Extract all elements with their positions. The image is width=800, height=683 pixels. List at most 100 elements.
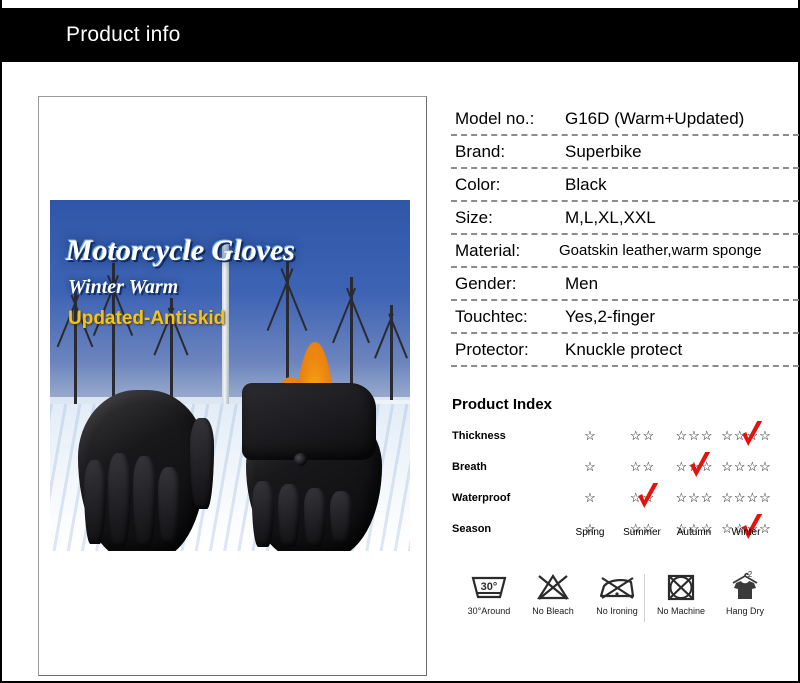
star-icon: ☆ [746,490,759,505]
star-icon: ☆ [675,459,688,474]
star-icon: ☆ [629,490,642,505]
index-row: Thickness ☆ ☆ ☆ ☆ ☆ ☆ ☆ ☆ ☆ ☆ [452,420,772,451]
star-icon: ☆ [700,490,713,505]
star-rating-cell[interactable]: ☆ ☆ ☆ [668,429,720,442]
care-item-machine: No Machine [649,572,713,616]
season-label: Winter [731,527,761,538]
star-rating-cell[interactable]: ☆ ☆ [616,483,668,508]
care-label: 30°Around [467,606,511,616]
star-icon: ☆ [721,428,733,443]
spec-row: Touchtec: Yes,2-finger [451,301,799,334]
care-item-wash: 30° 30°Around [457,572,521,616]
spec-key: Touchtec: [455,306,528,326]
svg-text:2: 2 [748,570,753,579]
season-label: Autumn [676,527,712,538]
spec-row: Color: Black [451,169,799,202]
season-label-row: Spring Summer Autumn Winter [452,527,772,538]
glove-finger [108,452,131,548]
index-row: Waterproof ☆ ☆ ☆ ☆ ☆ ☆ ☆ ☆ ☆ ☆ [452,482,772,513]
index-row-label: Waterproof [452,491,511,504]
spec-key: Model no.: [455,108,535,128]
care-label: No Machine [656,606,706,616]
care-label: No Bleach [532,606,574,616]
spec-key: Color: [455,174,501,194]
star-icon: ☆ [688,490,700,505]
star-rating-cell[interactable]: ☆ [564,460,616,473]
glove-finger [84,459,106,544]
care-item-ironing: No Ironing [585,572,649,616]
star-icon: ☆ [584,459,596,474]
star-icon: ☆ [733,459,746,474]
star-rating-cell[interactable]: ☆ ☆ ☆ ☆ [720,491,772,504]
star-icon: ☆ [688,459,700,474]
spec-row: Brand: Superbike [451,136,799,169]
spec-value: G16D (Warm+Updated) [565,108,745,128]
star-icon: ☆ [675,490,688,505]
star-icon: ☆ [721,490,733,505]
index-row-label: Breath [452,460,487,473]
index-row: Breath ☆ ☆ ☆ ☆ ☆ ☆ ☆ ☆ ☆ ☆ [452,451,772,482]
no-ironing-icon [596,572,638,602]
page-header: Product info [2,8,800,62]
star-icon: ☆ [584,428,596,443]
product-photo: Motorcycle Gloves Winter Warm Updated-An… [50,200,410,551]
spec-table: Model no.: G16D (Warm+Updated) Brand: Su… [451,103,799,367]
season-label: Spring [575,527,605,538]
spec-key: Protector: [455,339,529,359]
star-icon: ☆ [629,428,642,443]
care-item-hangdry: 2 Hang Dry [713,570,777,616]
star-icon: ☆ [675,428,688,443]
page-title: Product info [66,23,181,46]
spec-value: Yes,2-finger [565,306,656,326]
no-machine-icon [664,572,698,602]
star-icon: ☆ [629,459,642,474]
spec-key: Material: [455,240,521,260]
star-rating-cell[interactable]: ☆ ☆ ☆ ☆ [720,421,772,446]
glove-finger [252,480,274,548]
star-icon: ☆ [759,459,771,474]
star-icon: ☆ [584,490,596,505]
star-icon: ☆ [733,428,746,443]
product-info-page: Product info Motorcycle Gloves Winter Wa… [0,0,800,683]
star-icon: ☆ [746,459,759,474]
spec-key: Brand: [455,141,506,161]
star-icon: ☆ [642,459,655,474]
glove-finger [304,487,326,548]
season-label: Summer [623,527,661,538]
spec-value: M,L,XL,XXL [565,207,656,227]
star-icon: ☆ [759,490,771,505]
star-rating-cell[interactable]: ☆ ☆ ☆ [668,452,720,477]
photo-subtitle: Winter Warm [68,276,179,298]
star-rating-cell[interactable]: ☆ ☆ [616,429,668,442]
glove-thumb [190,417,214,509]
spec-key: Size: [455,207,493,227]
star-rating-cell[interactable]: ☆ [564,429,616,442]
spec-value: Black [565,174,607,194]
wash-30-icon: 30° [467,572,511,602]
glove-snap-button [294,452,307,466]
product-index-table: Thickness ☆ ☆ ☆ ☆ ☆ ☆ ☆ ☆ ☆ ☆ Breath ☆ ☆ ☆ ☆ ☆ ☆ ☆ ☆ ☆ ☆ Water… [452,420,772,544]
glove-finger [158,466,180,544]
spec-value: Superbike [565,141,642,161]
photo-tagline: Updated-Antiskid [68,308,226,329]
svg-text:30°: 30° [481,581,498,593]
star-rating-cell[interactable]: ☆ ☆ ☆ [668,491,720,504]
star-icon: ☆ [642,490,655,505]
star-icon: ☆ [733,490,746,505]
spec-row: Gender: Men [451,268,799,301]
care-item-bleach: No Bleach [521,572,585,616]
spec-value: Men [565,273,599,293]
star-rating-cell[interactable]: ☆ [564,491,616,504]
product-index-title: Product Index [452,396,553,413]
star-rating-cell[interactable]: ☆ ☆ [616,460,668,473]
care-label: No Ironing [596,606,638,616]
spec-row: Model no.: G16D (Warm+Updated) [451,103,799,136]
glove-finger [278,484,300,548]
star-icon: ☆ [721,459,733,474]
star-rating-cell[interactable]: ☆ ☆ ☆ ☆ [720,460,772,473]
star-icon: ☆ [700,428,713,443]
care-separator [644,574,645,622]
star-icon: ☆ [759,428,771,443]
glove-cuff [242,382,376,460]
spec-row: Size: M,L,XL,XXL [451,202,799,235]
